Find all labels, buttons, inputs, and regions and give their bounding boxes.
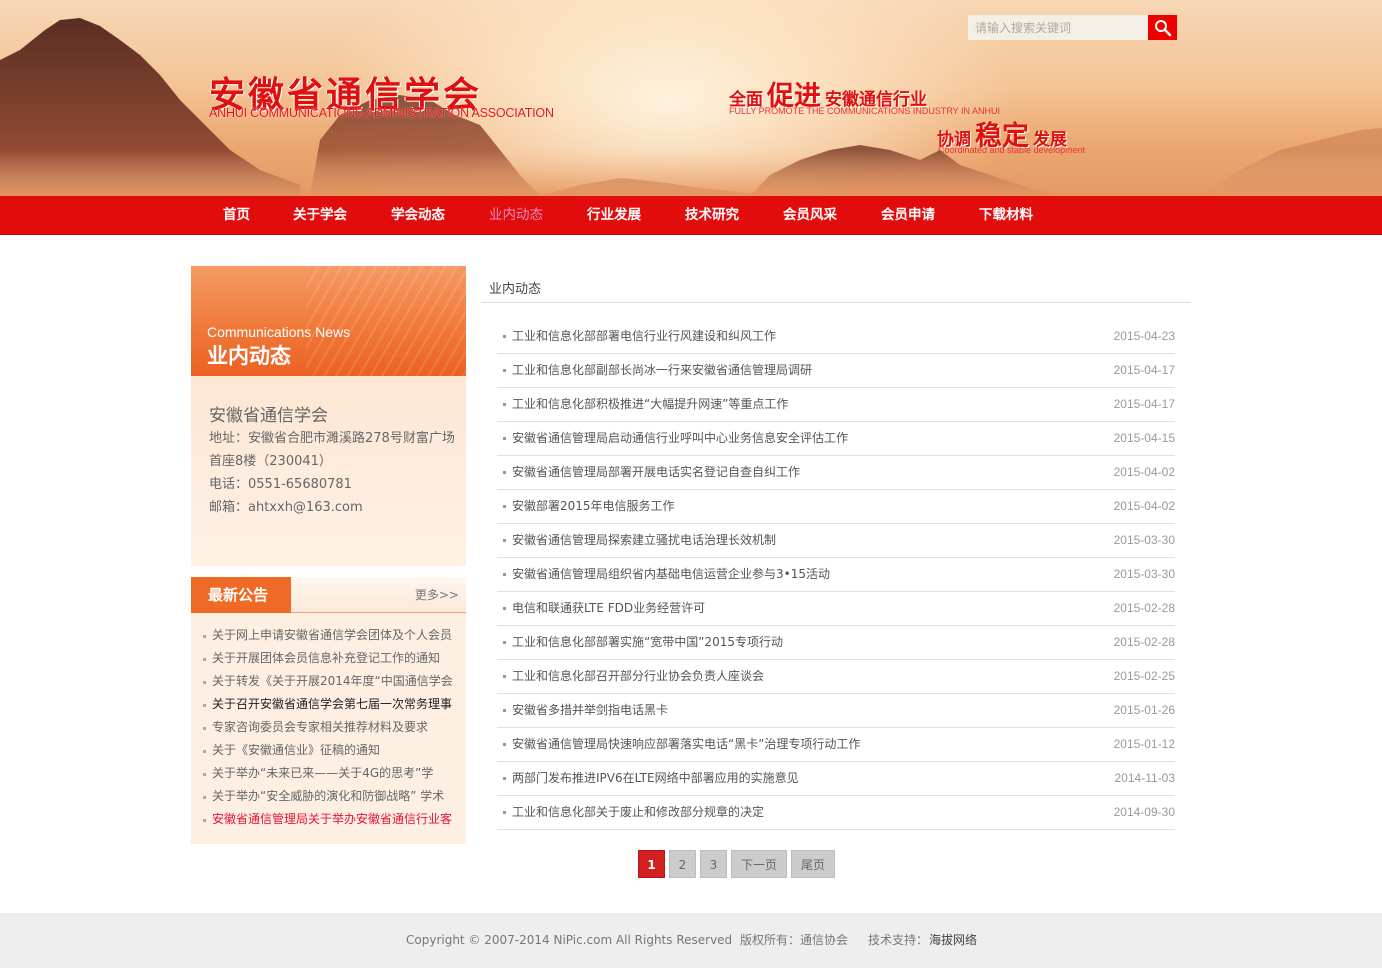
news-row[interactable]: 安徽省通信管理局部署开展电话实名登记自查自纠工作 2015-04-02 — [497, 456, 1175, 490]
news-title[interactable]: 安徽省通信管理局启动通信行业呼叫中心业务信息安全评估工作 — [512, 422, 848, 455]
nav-item-home[interactable]: 首页 — [223, 196, 250, 235]
news-title[interactable]: 工业和信息化部召开部分行业协会负责人座谈会 — [512, 660, 764, 693]
news-date: 2015-02-28 — [1113, 635, 1175, 649]
nav-item-industry-development[interactable]: 行业发展 — [587, 196, 641, 235]
news-title[interactable]: 两部门发布推进IPV6在LTE网络中部署应用的实施意见 — [512, 762, 799, 795]
news-date: 2015-02-25 — [1113, 669, 1175, 683]
notice-item[interactable]: 安徽省通信管理局关于举办安徽省通信行业客 — [203, 808, 458, 831]
news-row[interactable]: 安徽部署2015年电信服务工作 2015-04-02 — [497, 490, 1175, 524]
footer-support-label: 技术支持： — [868, 933, 929, 947]
page-title: 业内动态 — [489, 282, 542, 297]
notice-item[interactable]: 关于召开安徽省通信学会第七届一次常务理事 — [203, 693, 458, 716]
contact-address: 地址：安徽省合肥市濉溪路278号财富广场 — [209, 431, 455, 446]
notice-item[interactable]: 关于举办“安全威胁的演化和防御战略” 学术 — [203, 785, 458, 808]
notice-list: 关于网上申请安徽省通信学会团体及个人会员 关于开展团体会员信息补充登记工作的通知… — [203, 624, 458, 831]
pager-page-1[interactable]: 1 — [638, 850, 665, 878]
news-title[interactable]: 安徽省通信管理局探索建立骚扰电话治理长效机制 — [512, 524, 776, 557]
news-row[interactable]: 工业和信息化部积极推进“大幅提升网速”等重点工作 2015-04-17 — [497, 388, 1175, 422]
news-row[interactable]: 工业和信息化部副部长尚冰一行来安徽省通信管理局调研 2015-04-17 — [497, 354, 1175, 388]
news-row[interactable]: 工业和信息化部部署实施“宽带中国”2015专项行动 2015-02-28 — [497, 626, 1175, 660]
news-date: 2015-04-17 — [1113, 363, 1175, 377]
nav-item-tech-research[interactable]: 技术研究 — [685, 196, 739, 235]
site-logo-english: ANHUI COMMUNICATIONS ADMINISTRATION ASSO… — [209, 106, 554, 120]
news-date: 2015-02-28 — [1113, 601, 1175, 615]
notice-item[interactable]: 关于《安徽通信业》征稿的通知 — [203, 739, 458, 762]
news-row[interactable]: 电信和联通获LTE FDD业务经营许可 2015-02-28 — [497, 592, 1175, 626]
notice-tab[interactable]: 最新公告 — [191, 577, 291, 613]
notice-item[interactable]: 关于举办“未来已来——关于4G的思考”学 — [203, 762, 458, 785]
news-date: 2015-03-30 — [1113, 567, 1175, 581]
nav-item-association-news[interactable]: 学会动态 — [391, 196, 445, 235]
notice-header: 最新公告 更多>> — [191, 577, 466, 613]
notice-item[interactable]: 关于开展团体会员信息补充登记工作的通知 — [203, 647, 458, 670]
news-date: 2015-04-02 — [1113, 499, 1175, 513]
contact-address-floor: 首座8楼（230041） — [209, 454, 332, 469]
news-title[interactable]: 安徽省通信管理局组织省内基础电信运营企业参与3•15活动 — [512, 558, 830, 591]
news-date: 2015-03-30 — [1113, 533, 1175, 547]
news-row[interactable]: 安徽省通信管理局探索建立骚扰电话治理长效机制 2015-03-30 — [497, 524, 1175, 558]
banner-title-english: Communications News — [207, 324, 351, 340]
news-date: 2015-01-26 — [1113, 703, 1175, 717]
news-title[interactable]: 安徽省通信管理局部署开展电话实名登记自查自纠工作 — [512, 456, 800, 489]
news-date: 2015-01-12 — [1113, 737, 1175, 751]
search-button[interactable] — [1148, 15, 1177, 40]
news-title[interactable]: 工业和信息化部副部长尚冰一行来安徽省通信管理局调研 — [512, 354, 812, 387]
contact-email: 邮箱：ahtxxh@163.com — [209, 500, 363, 515]
footer-support-link[interactable]: 海拔网络 — [929, 913, 977, 968]
notice-item[interactable]: 关于转发《关于开展2014年度“中国通信学会 — [203, 670, 458, 693]
footer-copyright: Copyright © 2007-2014 NiPic.com All Righ… — [406, 933, 733, 947]
banner-decoration — [306, 266, 466, 376]
news-title[interactable]: 工业和信息化部部署实施“宽带中国”2015专项行动 — [512, 626, 783, 659]
pager-last-button[interactable]: 尾页 — [791, 850, 835, 878]
pager-page-3[interactable]: 3 — [700, 850, 727, 878]
news-row[interactable]: 工业和信息化部关于废止和修改部分规章的决定 2014-09-30 — [497, 796, 1175, 830]
news-date: 2015-04-23 — [1113, 329, 1175, 343]
news-row[interactable]: 工业和信息化部部署电信行业行风建设和纠风工作 2015-04-23 — [497, 320, 1175, 354]
section-banner: Communications News 业内动态 — [191, 266, 466, 376]
pager-page-2[interactable]: 2 — [669, 850, 696, 878]
news-date: 2015-04-15 — [1113, 431, 1175, 445]
news-row[interactable]: 两部门发布推进IPV6在LTE网络中部署应用的实施意见 2014-11-03 — [497, 762, 1175, 796]
site-header: 安徽省通信学会 ANHUI COMMUNICATIONS ADMINISTRAT… — [0, 0, 1382, 196]
search-icon — [1154, 19, 1171, 36]
notice-panel: 最新公告 更多>> 关于网上申请安徽省通信学会团体及个人会员 关于开展团体会员信… — [191, 577, 466, 844]
news-row[interactable]: 安徽省通信管理局组织省内基础电信运营企业参与3•15活动 2015-03-30 — [497, 558, 1175, 592]
news-title[interactable]: 安徽省多措并举剑指电话黑卡 — [512, 694, 668, 727]
footer-owner: 通信协会 — [800, 933, 849, 947]
news-date: 2014-11-03 — [1114, 771, 1176, 785]
contact-panel: 安徽省通信学会 地址：安徽省合肥市濉溪路278号财富广场 首座8楼（230041… — [191, 376, 466, 566]
notice-item[interactable]: 关于网上申请安徽省通信学会团体及个人会员 — [203, 624, 458, 647]
news-title[interactable]: 工业和信息化部部署电信行业行风建设和纠风工作 — [512, 320, 776, 353]
news-list: 工业和信息化部部署电信行业行风建设和纠风工作 2015-04-23 工业和信息化部… — [497, 320, 1175, 830]
news-row[interactable]: 安徽省多措并举剑指电话黑卡 2015-01-26 — [497, 694, 1175, 728]
notice-item[interactable]: 专家咨询委员会专家相关推荐材料及要求 — [203, 716, 458, 739]
news-date: 2014-09-30 — [1113, 805, 1175, 819]
banner-title-chinese: 业内动态 — [207, 344, 291, 368]
title-divider — [481, 302, 1191, 303]
pager-next-button[interactable]: 下一页 — [731, 850, 787, 878]
news-title[interactable]: 工业和信息化部积极推进“大幅提升网速”等重点工作 — [512, 388, 788, 421]
nav-item-about[interactable]: 关于学会 — [293, 196, 347, 235]
news-date: 2015-04-17 — [1113, 397, 1175, 411]
slogan-coordinate-english: Coordinated and stable development — [938, 145, 1086, 155]
site-footer: Copyright © 2007-2014 NiPic.com All Righ… — [0, 913, 1382, 968]
nav-item-member-showcase[interactable]: 会员风采 — [783, 196, 837, 235]
nav-item-industry-news[interactable]: 业内动态 — [489, 196, 543, 235]
notice-more-link[interactable]: 更多>> — [415, 577, 459, 613]
news-row[interactable]: 安徽省通信管理局快速响应部署落实电话“黑卡”治理专项行动工作 2015-01-12 — [497, 728, 1175, 762]
contact-org-name: 安徽省通信学会 — [209, 406, 328, 426]
news-row[interactable]: 工业和信息化部召开部分行业协会负责人座谈会 2015-02-25 — [497, 660, 1175, 694]
footer-owner-label: 版权所有： — [740, 933, 801, 947]
main-nav: 首页 关于学会 学会动态 业内动态 行业发展 技术研究 会员风采 会员申请 下载… — [0, 196, 1382, 235]
news-title[interactable]: 安徽部署2015年电信服务工作 — [512, 490, 675, 523]
nav-item-member-apply[interactable]: 会员申请 — [881, 196, 935, 235]
news-row[interactable]: 安徽省通信管理局启动通信行业呼叫中心业务信息安全评估工作 2015-04-15 — [497, 422, 1175, 456]
news-title[interactable]: 工业和信息化部关于废止和修改部分规章的决定 — [512, 796, 764, 829]
news-date: 2015-04-02 — [1113, 465, 1175, 479]
search-input[interactable] — [968, 15, 1148, 40]
contact-phone: 电话：0551-65680781 — [209, 477, 352, 492]
news-title[interactable]: 电信和联通获LTE FDD业务经营许可 — [512, 592, 705, 625]
news-title[interactable]: 安徽省通信管理局快速响应部署落实电话“黑卡”治理专项行动工作 — [512, 728, 860, 761]
nav-item-downloads[interactable]: 下载材料 — [979, 196, 1033, 235]
